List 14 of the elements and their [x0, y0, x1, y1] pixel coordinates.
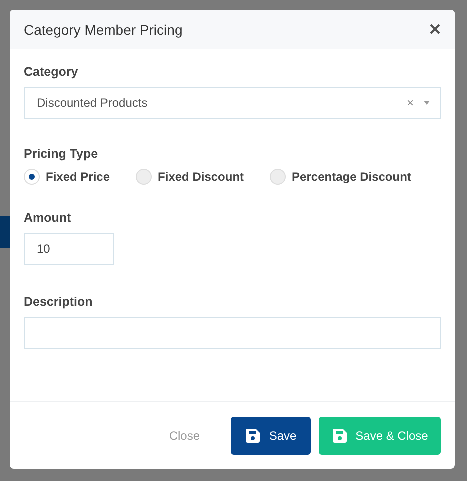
radio-option[interactable]: Fixed Discount: [136, 169, 244, 185]
save-button[interactable]: Save: [231, 416, 311, 454]
dialog-title: Category Member Pricing: [24, 22, 183, 38]
save-icon: [332, 428, 348, 444]
field-label: Description: [24, 295, 94, 309]
field-label: Pricing Type: [24, 147, 100, 161]
field-label: Amount: [24, 211, 72, 225]
radio-option[interactable]: Fixed Price: [24, 169, 110, 185]
amount-field[interactable]: 10: [24, 233, 114, 265]
save-icon: [245, 428, 262, 444]
field-label: Category: [24, 65, 80, 79]
radio-option[interactable]: Percentage Discount: [270, 169, 412, 185]
description-field[interactable]: [24, 317, 441, 349]
category-select[interactable]: Discounted Products ×: [24, 87, 441, 119]
